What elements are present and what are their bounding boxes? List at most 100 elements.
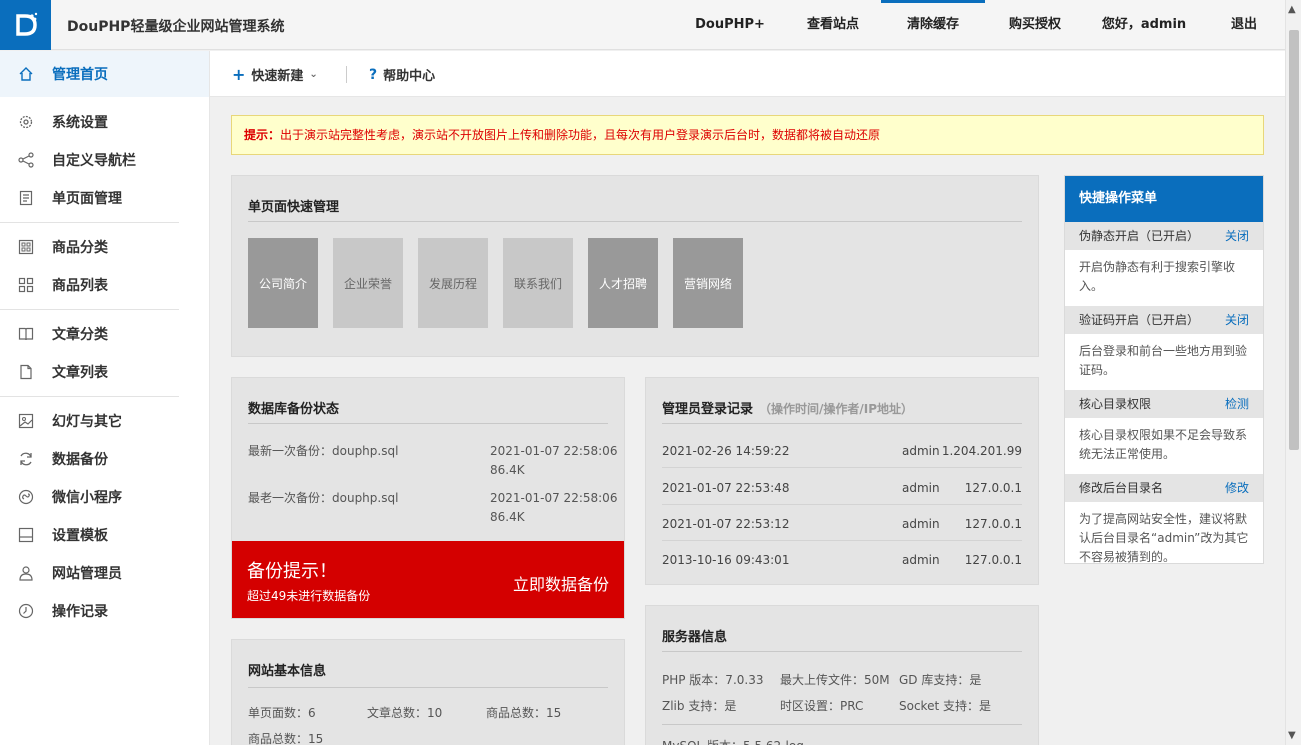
help-center-button[interactable]: ? 帮助中心 (369, 65, 435, 85)
server-info-panel: 服务器信息 PHP 版本：7.0.33 最大上传文件：50M GD 库支持：是 … (645, 605, 1039, 745)
oldest-backup-time: 2021-01-07 22:58:06 (490, 491, 618, 505)
panel-title: 数据库备份状态 (248, 402, 340, 417)
tile-contact[interactable]: 联系我们 (503, 238, 573, 328)
sidebar-item-article-list[interactable]: 文章列表 (0, 353, 209, 391)
divider (248, 423, 608, 424)
sidebar-item-site-admin[interactable]: 网站管理员 (0, 554, 209, 592)
sidebar-item-slides[interactable]: 幻灯与其它 (0, 402, 209, 440)
qm-captcha-close-link[interactable]: 关闭 (1225, 306, 1249, 334)
notice-label: 提示： (244, 128, 281, 142)
qm-item-desc: 核心目录权限如果不足会导致系统无法正常使用。 (1079, 428, 1248, 461)
refresh-icon (20, 452, 32, 466)
sidebar-item-label: 幻灯与其它 (52, 414, 122, 430)
scroll-up-icon[interactable]: ▲ (1288, 4, 1296, 15)
qm-item-desc: 后台登录和前台一些地方用到验证码。 (1079, 344, 1248, 377)
panel-title: 服务器信息 (662, 630, 728, 645)
mysql-version: MySQL 版本：5.5.62-log (662, 737, 804, 745)
template-icon (18, 527, 34, 543)
panel-title: 网站基本信息 (248, 664, 327, 679)
topnav-douphp-plus[interactable]: DouPHP+ (675, 0, 785, 50)
gear-icon (19, 115, 33, 129)
stat-product-count-2: 商品总数：15 (248, 732, 324, 745)
qm-item-permissions: 核心目录权限 检测 (1065, 390, 1263, 418)
topnav-view-site[interactable]: 查看站点 (785, 0, 881, 50)
sidebar-item-label: 自定义导航栏 (52, 153, 136, 169)
panel-title: 管理员登录记录 （操作时间/操作者/IP地址） (662, 398, 913, 417)
user-icon (19, 566, 33, 581)
table-row: 2021-02-26 14:59:22 admin 1.204.201.99 (662, 432, 1022, 468)
sidebar-item-label: 数据备份 (52, 452, 108, 468)
page-scrollbar[interactable]: ▲ ▼ (1285, 0, 1301, 745)
sidebar-item-template[interactable]: 设置模板 (0, 516, 209, 554)
sidebar-item-custom-nav[interactable]: 自定义导航栏 (0, 141, 209, 179)
login-time: 2021-01-07 22:53:12 (662, 517, 790, 531)
chevron-down-icon: ⌄ (309, 69, 318, 80)
grid-icon (18, 239, 34, 255)
backup-alert-subtitle: 超过49未进行数据备份 (247, 589, 371, 603)
login-ip: 1.204.201.99 (941, 444, 1022, 458)
file-icon (20, 364, 32, 380)
qm-item-admin-dir: 修改后台目录名 修改 (1065, 474, 1263, 502)
sidebar-item-article-category[interactable]: 文章分类 (0, 315, 209, 353)
sidebar-item-data-backup[interactable]: 数据备份 (0, 440, 209, 478)
apps-icon (18, 277, 34, 293)
tile-recruit[interactable]: 人才招聘 (588, 238, 658, 328)
scroll-thumb[interactable] (1289, 30, 1299, 450)
plus-icon: + (232, 65, 246, 84)
miniprogram-icon (18, 489, 34, 505)
sidebar-item-product-list[interactable]: 商品列表 (0, 266, 209, 304)
quick-new-button[interactable]: + 快速新建 ⌄ (232, 65, 318, 84)
topnav-logout[interactable]: 退出 (1203, 0, 1285, 50)
backup-alert-title: 备份提示！ (247, 561, 337, 582)
backup-now-button[interactable]: 立即数据备份 (513, 571, 609, 595)
qm-admin-dir-edit-link[interactable]: 修改 (1225, 474, 1249, 502)
tile-marketing[interactable]: 营销网络 (673, 238, 743, 328)
login-user: admin (902, 517, 940, 531)
sidebar-item-product-category[interactable]: 商品分类 (0, 228, 209, 266)
sidebar-item-system-settings[interactable]: 系统设置 (0, 103, 209, 141)
sidebar-item-home[interactable]: 管理首页 (0, 51, 209, 97)
sidebar-item-label: 商品分类 (52, 240, 108, 256)
login-time: 2013-10-16 09:43:01 (662, 553, 790, 567)
qm-item-desc: 开启伪静态有利于搜索引擎收入。 (1079, 260, 1236, 293)
login-log-panel: 管理员登录记录 （操作时间/操作者/IP地址） 2021-02-26 14:59:… (645, 377, 1039, 585)
sidebar-divider (0, 396, 179, 397)
qm-item-title: 修改后台目录名 (1079, 481, 1164, 495)
share-icon (18, 152, 34, 168)
oldest-backup-meta: 2021-01-07 22:58:06 86.4K (490, 489, 620, 527)
sidebar: 管理首页 系统设置 自定义导航栏 单页面管理 商品分类 商品列表 文章分类 文章… (0, 51, 210, 745)
login-ip: 127.0.0.1 (964, 517, 1022, 531)
qm-rewrite-close-link[interactable]: 关闭 (1225, 222, 1249, 250)
topnav-buy-license[interactable]: 购买授权 (985, 0, 1085, 50)
sidebar-item-operation-log[interactable]: 操作记录 (0, 592, 209, 630)
sidebar-item-single-page[interactable]: 单页面管理 (0, 179, 209, 217)
gd-support: GD 库支持：是 (899, 673, 982, 687)
home-icon (19, 67, 33, 81)
single-page-panel: 单页面快速管理 公司简介 企业荣誉 发展历程 联系我们 人才招聘 营销网络 (231, 175, 1039, 357)
logo-icon (15, 12, 37, 36)
topnav-user-greeting[interactable]: 您好，admin (1085, 0, 1203, 50)
clock-icon (18, 603, 34, 619)
qm-permissions-check-link[interactable]: 检测 (1225, 390, 1249, 418)
scroll-down-icon[interactable]: ▼ (1288, 730, 1296, 741)
tile-history[interactable]: 发展历程 (418, 238, 488, 328)
sidebar-item-label: 网站管理员 (52, 566, 122, 582)
max-upload: 最大上传文件：50M (780, 673, 890, 687)
tile-company-intro[interactable]: 公司简介 (248, 238, 318, 328)
divider (248, 221, 1022, 222)
sidebar-item-wechat-miniprogram[interactable]: 微信小程序 (0, 478, 209, 516)
single-page-tiles: 公司简介 企业荣誉 发展历程 联系我们 人才招聘 营销网络 (248, 238, 743, 328)
sidebar-item-label: 商品列表 (52, 278, 108, 294)
top-nav: DouPHP+ 查看站点 清除缓存 购买授权 您好，admin 退出 (675, 0, 1285, 50)
sidebar-divider (0, 309, 179, 310)
help-icon: ? (369, 66, 378, 83)
qm-item-title: 验证码开启（已开启） (1079, 313, 1200, 327)
tile-honors[interactable]: 企业荣誉 (333, 238, 403, 328)
topnav-clear-cache[interactable]: 清除缓存 (881, 0, 985, 50)
logo[interactable] (0, 0, 51, 50)
oldest-backup-label: 最老一次备份：douphp.sql (248, 491, 399, 505)
latest-backup-size: 86.4K (490, 463, 525, 477)
table-row: 2021-01-07 22:53:48 admin 127.0.0.1 (662, 469, 1022, 505)
login-log-title: 管理员登录记录 (662, 402, 754, 417)
notice-text: 出于演示站完整性考虑，演示站不开放图片上传和删除功能，且每次有用户登录演示后台时… (280, 128, 881, 142)
